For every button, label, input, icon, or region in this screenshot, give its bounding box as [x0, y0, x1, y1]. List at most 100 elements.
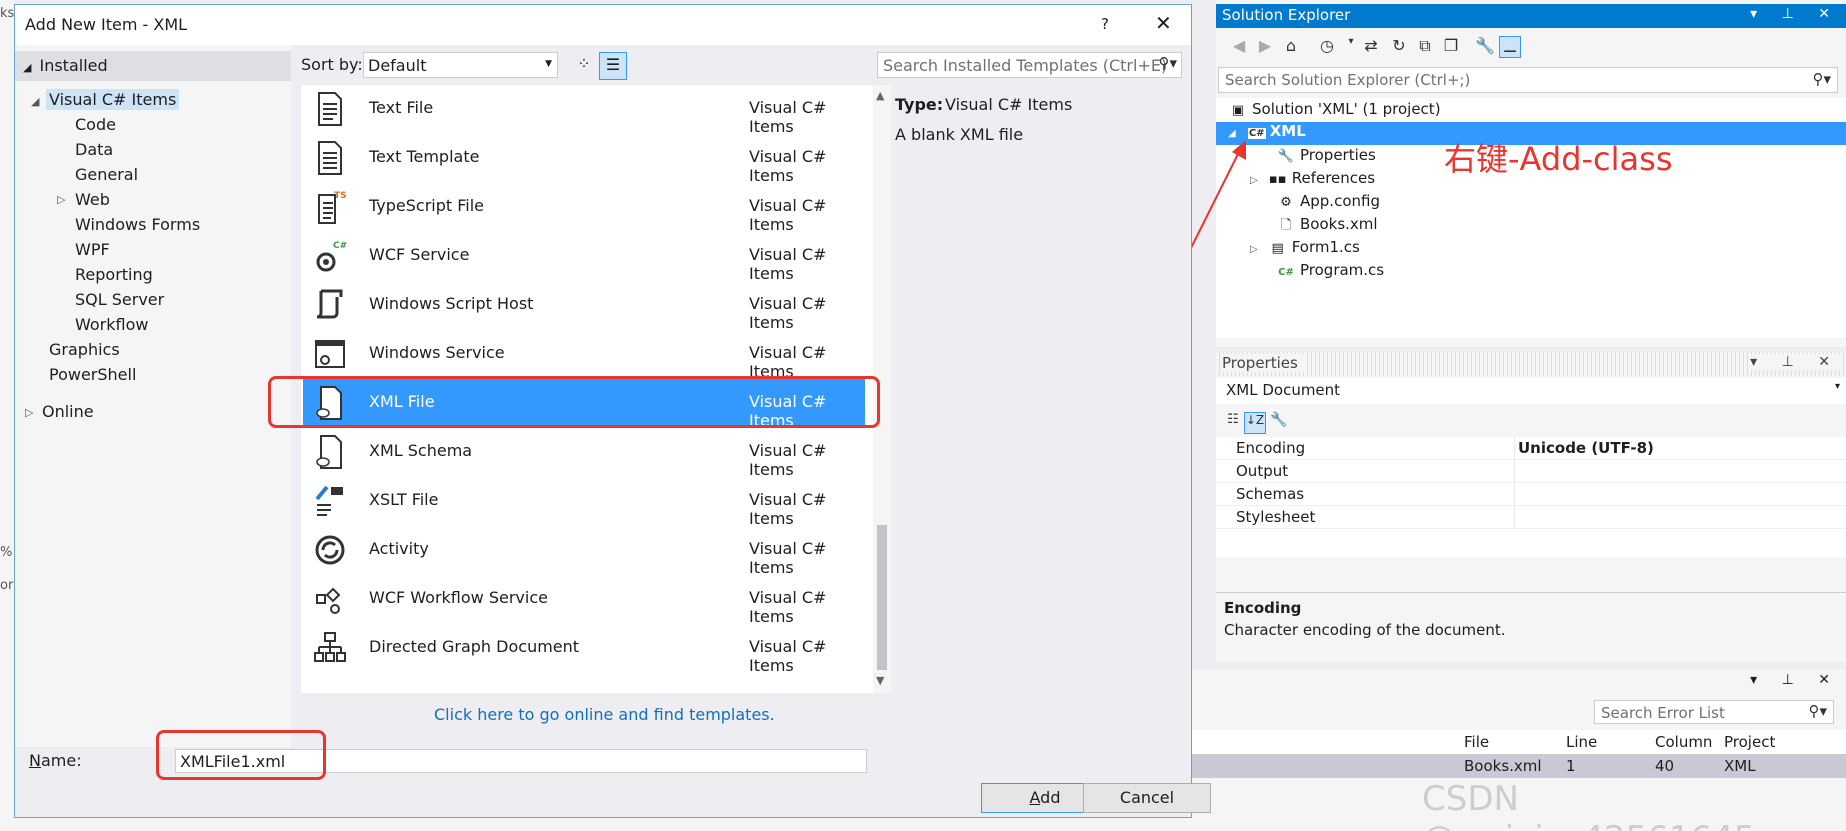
template-row[interactable]: Directed Graph Document Visual C# Items	[303, 624, 865, 675]
scroll-up-icon[interactable]: ▲	[876, 89, 884, 102]
directed-graph-icon	[314, 632, 346, 662]
search-icon[interactable]: ⚲▾	[1158, 54, 1177, 72]
tree-item-label: Form1.cs	[1291, 238, 1360, 256]
installed-header[interactable]: ◢ Installed	[15, 51, 291, 81]
template-row[interactable]: C# WCF Service Visual C# Items	[303, 232, 865, 283]
nav-code[interactable]: Code	[72, 114, 119, 135]
online-templates-link[interactable]: Click here to go online and find templat…	[434, 705, 775, 724]
close-button[interactable]: ✕	[1155, 11, 1172, 35]
properties-object-select[interactable]: XML Document ▾	[1216, 378, 1846, 404]
cell-project: XML	[1724, 757, 1756, 775]
tree-item-program[interactable]: C# Program.cs	[1276, 261, 1384, 284]
nav-web[interactable]: Web	[72, 189, 113, 210]
property-row[interactable]: Stylesheet	[1216, 506, 1846, 529]
tree-item-appconfig[interactable]: ⚙ App.config	[1276, 192, 1380, 215]
xml-file-icon: 🗋	[1280, 218, 1292, 233]
template-lang: Visual C# Items	[749, 98, 827, 136]
solution-explorer-search[interactable]: Search Solution Explorer (Ctrl+;) ⚲▾	[1218, 67, 1838, 93]
nav-sql-server[interactable]: SQL Server	[72, 289, 167, 310]
pane-controls[interactable]: ▾ ⊥ ✕	[1750, 6, 1840, 22]
column-header-project[interactable]: Project	[1724, 733, 1775, 751]
scroll-thumb[interactable]	[877, 525, 887, 670]
property-pages-icon[interactable]: 🔧	[1268, 412, 1290, 434]
cell-file: Books.xml	[1464, 757, 1542, 775]
property-row[interactable]: Encoding Unicode (UTF-8)	[1216, 437, 1846, 460]
search-icon[interactable]: ⚲▾	[1812, 70, 1831, 88]
column-header-file[interactable]: File	[1464, 733, 1489, 751]
property-value[interactable]: Unicode (UTF-8)	[1518, 439, 1654, 457]
nav-workflow[interactable]: Workflow	[72, 314, 151, 335]
tree-item-label: App.config	[1300, 192, 1380, 210]
template-search-input[interactable]: Search Installed Templates (Ctrl+E) ⚲▾	[877, 52, 1182, 78]
nav-data[interactable]: Data	[72, 139, 116, 160]
back-icon[interactable]: ◀	[1228, 36, 1250, 58]
nav-online[interactable]: Online	[39, 401, 97, 422]
error-list-row[interactable]: Books.xml 1 40 XML	[1190, 754, 1846, 778]
scroll-down-icon[interactable]: ▼	[876, 674, 884, 687]
highlight-box-xml-file	[268, 376, 880, 428]
cancel-button[interactable]: Cancel	[1083, 783, 1211, 813]
tree-item-books-xml[interactable]: 🗋 Books.xml	[1276, 215, 1378, 238]
preview-icon[interactable]: ⚊	[1499, 36, 1521, 58]
template-row[interactable]: Windows Script Host Visual C# Items	[303, 281, 865, 332]
categorized-icon[interactable]: ☷	[1222, 412, 1244, 434]
alphabetical-icon[interactable]: ↓Z	[1244, 412, 1266, 434]
sort-by-value: Default	[368, 56, 427, 75]
search-icon[interactable]: ⚲▾	[1808, 702, 1827, 720]
nav-powershell[interactable]: PowerShell	[46, 364, 139, 385]
sort-by-select[interactable]: Default ▼	[363, 52, 558, 78]
pane-controls[interactable]: ▾ ⊥ ✕	[1750, 672, 1840, 688]
template-lang: Visual C# Items	[749, 441, 827, 479]
collapse-all-icon[interactable]: ⧉	[1414, 36, 1436, 58]
nav-visual-csharp-items[interactable]: Visual C# Items	[46, 89, 180, 110]
list-view-icon[interactable]: ☰	[599, 52, 627, 80]
pane-controls[interactable]: ▾ ⊥ ✕	[1750, 354, 1840, 370]
template-name: Text File	[369, 98, 434, 117]
expander-icon[interactable]: ▷	[25, 406, 33, 419]
nav-general[interactable]: General	[72, 164, 141, 185]
tree-item-properties[interactable]: 🔧 Properties	[1276, 146, 1376, 169]
template-row[interactable]: XML Schema Visual C# Items	[303, 428, 865, 479]
expander-icon[interactable]: ▷	[57, 193, 65, 206]
expander-icon[interactable]: ◢	[31, 95, 39, 108]
show-all-files-icon[interactable]: ❐	[1440, 36, 1462, 58]
template-row[interactable]: TS TypeScript File Visual C# Items	[303, 183, 865, 234]
help-button[interactable]: ?	[1101, 15, 1109, 33]
template-lang: Visual C# Items	[749, 196, 827, 234]
nav-windows-forms[interactable]: Windows Forms	[72, 214, 203, 235]
template-row[interactable]: WCF Workflow Service Visual C# Items	[303, 575, 865, 626]
nav-graphics[interactable]: Graphics	[46, 339, 123, 360]
property-description-text: Character encoding of the document.	[1224, 621, 1506, 639]
template-name: WCF Service	[369, 245, 470, 264]
nav-reporting[interactable]: Reporting	[72, 264, 156, 285]
tree-item-form1[interactable]: ▷ ▤ Form1.cs	[1250, 238, 1360, 261]
wrench-icon[interactable]: 🔧	[1474, 36, 1496, 58]
column-header-line[interactable]: Line	[1566, 733, 1597, 751]
home-icon[interactable]: ⌂	[1280, 36, 1302, 58]
template-lang: Visual C# Items	[749, 294, 827, 332]
tree-item-references[interactable]: ▷ ▪▪ References	[1250, 169, 1375, 192]
forward-icon[interactable]: ▶	[1254, 36, 1276, 58]
template-row[interactable]: Text Template Visual C# Items	[303, 134, 865, 185]
error-list-search[interactable]: Search Error List ⚲▾	[1594, 700, 1834, 724]
tree-item-solution[interactable]: ▣ Solution 'XML' (1 project)	[1228, 100, 1441, 123]
grid-view-icon[interactable]: ⁘	[571, 52, 597, 78]
chevron-down-icon: ▼	[545, 59, 552, 69]
dialog-titlebar: Add New Item - XML ? ✕	[15, 5, 1191, 45]
property-row[interactable]: Output	[1216, 460, 1846, 483]
xml-schema-icon	[316, 435, 342, 469]
chevron-down-icon[interactable]: ▾	[1340, 36, 1362, 58]
property-description-title: Encoding	[1224, 599, 1302, 617]
template-row[interactable]: Text File Visual C# Items	[303, 85, 865, 136]
expander-icon[interactable]: ◢	[1228, 128, 1236, 139]
sync-icon[interactable]: ⇄	[1360, 36, 1382, 58]
nav-wpf[interactable]: WPF	[72, 239, 113, 260]
property-row[interactable]: Schemas	[1216, 483, 1846, 506]
template-row[interactable]: Windows Service Visual C# Items	[303, 330, 865, 381]
template-row[interactable]: XSLT File Visual C# Items	[303, 477, 865, 528]
template-row[interactable]: Activity Visual C# Items	[303, 526, 865, 577]
highlight-box-name	[156, 730, 326, 780]
column-header-column[interactable]: Column	[1655, 733, 1712, 751]
history-icon[interactable]: ◷	[1316, 36, 1338, 58]
refresh-icon[interactable]: ↻	[1388, 36, 1410, 58]
